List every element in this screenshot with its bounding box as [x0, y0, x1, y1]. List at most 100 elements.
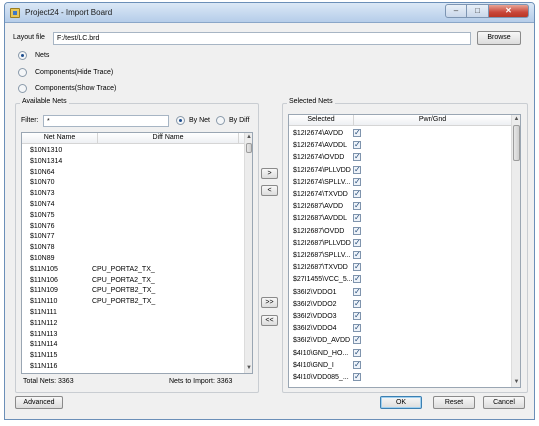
col-diff-name[interactable]: Diff Name: [98, 134, 238, 141]
col-selected[interactable]: Selected: [289, 116, 353, 123]
remove-all-nets-button[interactable]: <<: [261, 315, 278, 326]
available-net-row[interactable]: $11N111: [22, 307, 244, 318]
pwr-gnd-checkbox[interactable]: [353, 371, 361, 382]
pwr-gnd-checkbox[interactable]: [353, 225, 361, 236]
selected-net-row[interactable]: $36I2\VDDO1: [289, 286, 511, 298]
col-pwr-gnd[interactable]: Pwr/Gnd: [354, 116, 511, 123]
pwr-gnd-checkbox[interactable]: [353, 347, 361, 358]
selected-net-row[interactable]: $12I2674\PLLVDD: [289, 164, 511, 176]
pwr-gnd-checkbox[interactable]: [353, 322, 361, 333]
selected-net-row[interactable]: $12I2687\PLLVDD: [289, 237, 511, 249]
selected-nets-list[interactable]: Selected Pwr/Gnd $12I2674\AVDD $12I2674\A…: [288, 114, 521, 388]
radio-by-net[interactable]: [176, 116, 185, 125]
pwr-gnd-checkbox[interactable]: [353, 237, 361, 248]
pwr-gnd-checkbox[interactable]: [353, 249, 361, 260]
pwr-gnd-checkbox[interactable]: [353, 127, 361, 138]
available-net-row[interactable]: $11N109 CPU_PORTB2_TX_: [22, 285, 244, 296]
available-net-row[interactable]: $10N89: [22, 253, 244, 264]
selected-net-row[interactable]: $36I2\VDDO3: [289, 310, 511, 322]
pwr-gnd-checkbox[interactable]: [353, 212, 361, 223]
pwr-gnd-checkbox[interactable]: [353, 188, 361, 199]
scroll-up-icon[interactable]: ▲: [512, 115, 520, 124]
advanced-button[interactable]: Advanced: [15, 396, 63, 409]
selected-net-row[interactable]: $12I2674\TXVDD: [289, 188, 511, 200]
selected-net-row[interactable]: $12I2687\SPLLV...: [289, 249, 511, 261]
available-net-row[interactable]: $10N75: [22, 210, 244, 221]
radio-components-hide-trace[interactable]: [18, 68, 27, 77]
window-title: Project24 - Import Board: [25, 8, 113, 17]
browse-button[interactable]: Browse: [477, 31, 521, 45]
pwr-gnd-checkbox[interactable]: [353, 151, 361, 162]
pwr-gnd-checkbox[interactable]: [353, 359, 361, 370]
filter-input[interactable]: *: [43, 115, 169, 127]
ok-button[interactable]: OK: [380, 396, 422, 409]
radio-by-diff[interactable]: [216, 116, 225, 125]
pwr-gnd-checkbox[interactable]: [353, 286, 361, 297]
available-net-row[interactable]: $10N1314: [22, 156, 244, 167]
scroll-up-icon[interactable]: ▲: [245, 133, 252, 142]
available-nets-list[interactable]: Net Name Diff Name $10N1310 $10N1314 $10N6…: [21, 132, 253, 374]
selected-net-row[interactable]: $12I2674\AVDDL: [289, 139, 511, 151]
selected-net-row[interactable]: $27I1455\VCC_5...: [289, 273, 511, 285]
total-nets-label: Total Nets: 3363: [23, 378, 74, 385]
available-net-row[interactable]: $11N116: [22, 361, 244, 372]
available-net-row[interactable]: $11N112: [22, 318, 244, 329]
selected-net-row[interactable]: $36I2\VDD_AVDD: [289, 334, 511, 346]
selected-net-row[interactable]: $12I2674\OVDD: [289, 151, 511, 163]
available-net-row[interactable]: $11N115: [22, 350, 244, 361]
available-net-row[interactable]: $10N74: [22, 199, 244, 210]
selected-net-row[interactable]: $12I2687\AVDD: [289, 200, 511, 212]
available-net-row[interactable]: $10N70: [22, 177, 244, 188]
available-net-row[interactable]: $10N78: [22, 242, 244, 253]
cancel-button[interactable]: Cancel: [483, 396, 525, 409]
available-net-row[interactable]: $10N1310: [22, 145, 244, 156]
pwr-gnd-checkbox[interactable]: [353, 310, 361, 321]
available-net-row[interactable]: $11N113: [22, 329, 244, 340]
selected-nets-scrollbar[interactable]: ▲ ▼: [511, 115, 520, 387]
pwr-gnd-checkbox[interactable]: [353, 200, 361, 211]
selected-net-row[interactable]: $12I2674\SPLLV...: [289, 176, 511, 188]
add-all-nets-button[interactable]: >>: [261, 297, 278, 308]
selected-net-row[interactable]: $12I2687\AVDDL: [289, 212, 511, 224]
selected-net-row[interactable]: $36I2\VDDO2: [289, 298, 511, 310]
available-net-row[interactable]: $10N73: [22, 188, 244, 199]
pwr-gnd-checkbox[interactable]: [353, 176, 361, 187]
selected-net-row[interactable]: $12I2687\TXVDD: [289, 261, 511, 273]
maximize-button[interactable]: □: [467, 4, 489, 18]
add-net-button[interactable]: >: [261, 168, 278, 179]
scroll-thumb[interactable]: [246, 143, 252, 153]
minimize-button[interactable]: –: [445, 4, 467, 18]
col-net-name[interactable]: Net Name: [22, 134, 97, 141]
reset-button[interactable]: Reset: [433, 396, 475, 409]
scroll-down-icon[interactable]: ▼: [512, 378, 520, 387]
selected-net-row[interactable]: $36I2\VDDO4: [289, 322, 511, 334]
radio-nets[interactable]: [18, 51, 27, 60]
available-net-row[interactable]: $10N64: [22, 167, 244, 178]
nets-to-import-label: Nets to Import: 3363: [169, 378, 233, 385]
scroll-down-icon[interactable]: ▼: [245, 364, 252, 373]
radio-components-show-trace[interactable]: [18, 84, 27, 93]
available-net-row[interactable]: $11N105 CPU_PORTA2_TX_: [22, 264, 244, 275]
selected-net-row[interactable]: $12I2674\AVDD: [289, 127, 511, 139]
pwr-gnd-checkbox[interactable]: [353, 298, 361, 309]
available-net-row[interactable]: $10N77: [22, 231, 244, 242]
pwr-gnd-checkbox[interactable]: [353, 334, 361, 345]
scroll-thumb[interactable]: [513, 125, 520, 161]
selected-net-row[interactable]: $4I10\VDD085_...: [289, 371, 511, 383]
net-name-cell: $11N115: [30, 352, 58, 360]
pwr-gnd-checkbox[interactable]: [353, 139, 361, 150]
selected-net-row[interactable]: $4I10\GND_HO...: [289, 347, 511, 359]
available-net-row[interactable]: $11N110 CPU_PORTB2_TX_: [22, 296, 244, 307]
pwr-gnd-checkbox[interactable]: [353, 261, 361, 272]
available-net-row[interactable]: $11N114: [22, 339, 244, 350]
selected-net-row[interactable]: $12I2687\OVDD: [289, 225, 511, 237]
close-button[interactable]: ✕: [489, 4, 529, 18]
available-net-row[interactable]: $11N106 CPU_PORTA2_TX_: [22, 275, 244, 286]
selected-net-row[interactable]: $4I10\GND_I: [289, 359, 511, 371]
remove-net-button[interactable]: <: [261, 185, 278, 196]
layout-file-field[interactable]: F:/test/LC.brd: [53, 32, 471, 45]
pwr-gnd-checkbox[interactable]: [353, 164, 361, 175]
available-net-row[interactable]: $10N76: [22, 221, 244, 232]
pwr-gnd-checkbox[interactable]: [353, 273, 361, 284]
available-nets-scrollbar[interactable]: ▲ ▼: [244, 133, 252, 373]
